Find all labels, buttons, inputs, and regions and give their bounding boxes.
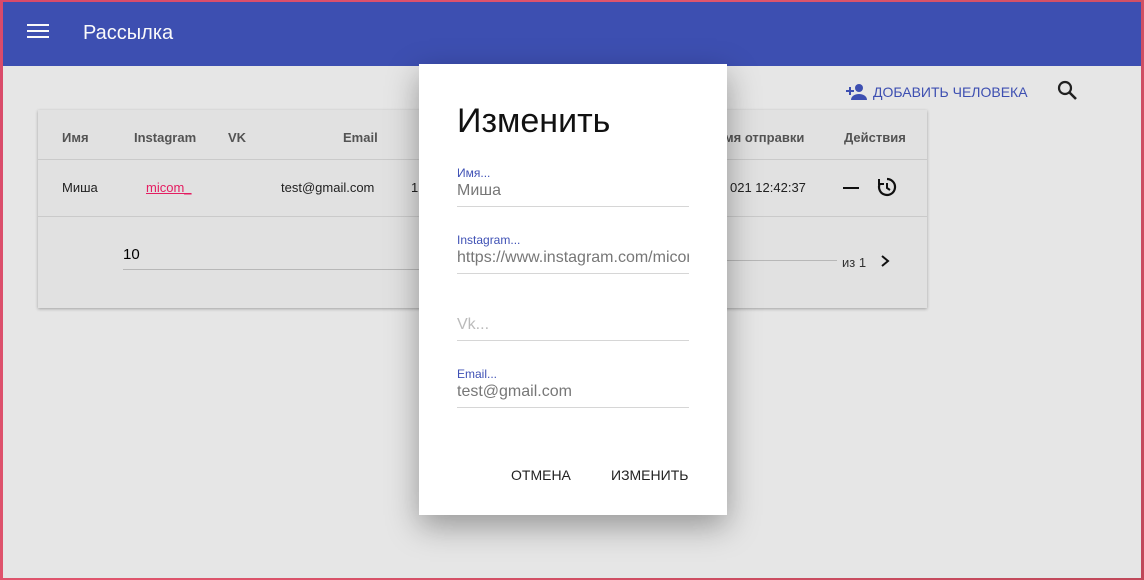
email-field: Email...: [457, 367, 689, 408]
vk-input[interactable]: [457, 316, 689, 334]
name-label: Имя...: [457, 166, 491, 180]
dialog-title: Изменить: [457, 102, 611, 140]
name-input[interactable]: [457, 182, 689, 200]
instagram-input[interactable]: [457, 249, 689, 267]
instagram-label: Instagram...: [457, 233, 521, 247]
app-window: Рассылка ДОБАВИТЬ ЧЕЛОВЕКА Имя Instagram…: [3, 2, 1141, 578]
cancel-button[interactable]: ОТМЕНА: [511, 467, 571, 483]
name-field: Имя...: [457, 166, 689, 207]
submit-button[interactable]: ИЗМЕНИТЬ: [611, 467, 688, 483]
instagram-field: Instagram...: [457, 233, 689, 274]
email-input[interactable]: [457, 383, 689, 401]
edit-dialog: Изменить Имя... Instagram... Email... ОТ…: [419, 64, 727, 515]
email-label: Email...: [457, 367, 498, 381]
vk-field: [457, 300, 689, 341]
